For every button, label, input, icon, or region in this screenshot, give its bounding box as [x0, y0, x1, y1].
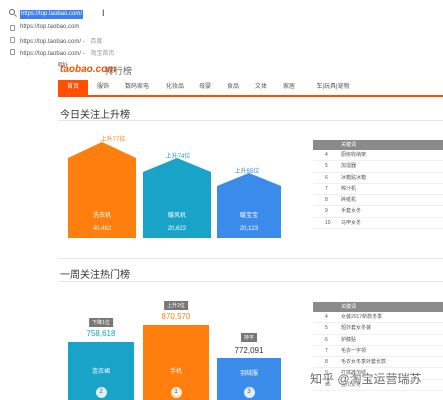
- item-name: 手机: [169, 369, 182, 375]
- divider: [58, 281, 443, 282]
- tab-digital[interactable]: 数码家电: [120, 80, 154, 95]
- tab-home[interactable]: 首页: [58, 80, 88, 95]
- suggestion-item[interactable]: https://top.taobao.com/ - 百度: [0, 34, 443, 46]
- item-name: 洗衣机: [92, 213, 111, 219]
- table-row[interactable]: 4 女装2017新款冬季: [313, 312, 443, 324]
- table-row[interactable]: 9 手套女冬: [313, 206, 443, 218]
- table-row[interactable]: 6 冰箱贴冰箱: [313, 173, 443, 184]
- table-row[interactable]: 8 碎纸机: [313, 195, 443, 207]
- table-row[interactable]: 10 马甲女冬: [313, 218, 443, 230]
- search-icon: [9, 9, 15, 15]
- suggestion-url: https://top.taobao.com/ -: [20, 39, 87, 45]
- category-nav: 首页 服饰 数码家电 化妆品 母婴 食品 文体 家居 车|玩具|宠物: [58, 80, 443, 97]
- section-title-rising: 今日关注上升榜: [60, 110, 130, 121]
- suggestion-title: 淘宝首页: [90, 51, 115, 57]
- rank-house-2[interactable]: 暖风机 20,622: [143, 158, 211, 238]
- item-name: 羽绒服: [239, 371, 258, 377]
- tab-food[interactable]: 食品: [222, 80, 244, 95]
- rank-house-3[interactable]: 暖宝宝 20,123: [217, 173, 281, 238]
- hot-bar-3[interactable]: 持平 772,091 羽绒服 3: [217, 333, 281, 400]
- item-value: 758,618: [86, 329, 116, 338]
- bar-body: 羽绒服 3: [217, 358, 281, 400]
- tab-clothing[interactable]: 服饰: [90, 80, 116, 95]
- text-cursor-icon: I: [102, 8, 105, 18]
- rank-change-badge: 下降1位: [89, 318, 113, 327]
- tab-baby[interactable]: 母婴: [194, 80, 216, 95]
- item-name: 暖宝宝: [239, 213, 258, 219]
- page-icon: [10, 49, 15, 55]
- table-row[interactable]: 6 护膝贴: [313, 335, 443, 346]
- suggestion-url: https://top.taobao.com/ -: [20, 51, 87, 57]
- tab-sports[interactable]: 文体: [250, 80, 272, 95]
- logo-subtitle: 排行榜: [105, 66, 133, 76]
- rank-change-badge: 上升2位: [164, 301, 188, 310]
- item-name: 连衣裙: [91, 369, 110, 375]
- table-row[interactable]: 7 榨汁机: [313, 184, 443, 196]
- rank-number: 2: [95, 387, 107, 398]
- divider: [58, 120, 443, 121]
- bar-body: 手机 1: [143, 325, 209, 400]
- divider: [58, 258, 443, 259]
- rising-rank-table: 关键词 4 厨房收纳架 5 加湿器 6 冰箱贴冰箱 7 榨汁机 8 碎纸机 9 手套女冬 1…: [313, 140, 443, 230]
- address-bar[interactable]: https://top.taobao.com/ I: [0, 0, 443, 22]
- section-title-hot: 一周关注热门榜: [60, 270, 130, 281]
- tab-car-toys-pets[interactable]: 车|玩具|宠物: [308, 80, 358, 95]
- suggestion-title: 百度: [90, 39, 103, 45]
- item-value: 20,123: [239, 226, 259, 232]
- page-icon: [10, 37, 15, 43]
- table-header: 关键词: [313, 302, 443, 312]
- rank-number: 1: [170, 387, 182, 398]
- page-margin: [0, 58, 58, 400]
- bar-body: 连衣裙 2: [68, 342, 134, 400]
- item-value: 772,091: [234, 346, 264, 355]
- rank-number: 3: [243, 387, 255, 398]
- tab-cosmetics[interactable]: 化妆品: [160, 80, 190, 95]
- hot-bar-1[interactable]: 上升2位 870,570 手机 1: [143, 301, 209, 400]
- table-row[interactable]: 8 毛衣女冬季外套长款: [313, 357, 443, 369]
- suggestion-item[interactable]: https://top.taobao.com: [0, 22, 443, 34]
- rank-change-badge: 持平: [240, 333, 258, 342]
- item-value: 20,622: [167, 226, 187, 232]
- suggestion-url: https://top.taobao.com: [20, 24, 80, 30]
- table-row[interactable]: 4 厨房收纳架: [313, 150, 443, 162]
- hot-bar-2[interactable]: 下降1位 758,618 连衣裙 2: [68, 318, 134, 400]
- table-header: 关键词: [313, 140, 443, 150]
- rank-house-1[interactable]: 洗衣机 40,462: [68, 142, 136, 238]
- tab-home-living[interactable]: 家居: [278, 80, 300, 95]
- page-icon: [10, 25, 15, 31]
- table-row[interactable]: 7 毛衣一字领: [313, 346, 443, 358]
- item-value: 870,570: [161, 312, 191, 321]
- address-input[interactable]: https://top.taobao.com/: [20, 10, 84, 19]
- table-row[interactable]: 5 加湿器: [313, 161, 443, 173]
- item-name: 暖风机: [167, 213, 186, 219]
- suggestion-item[interactable]: https://top.taobao.com/ - 淘宝首页: [0, 46, 443, 58]
- table-row[interactable]: 5 短外套女冬装: [313, 323, 443, 335]
- item-value: 40,462: [92, 226, 112, 232]
- zhihu-watermark: 知乎 @淘宝运营瑞苏: [310, 372, 422, 386]
